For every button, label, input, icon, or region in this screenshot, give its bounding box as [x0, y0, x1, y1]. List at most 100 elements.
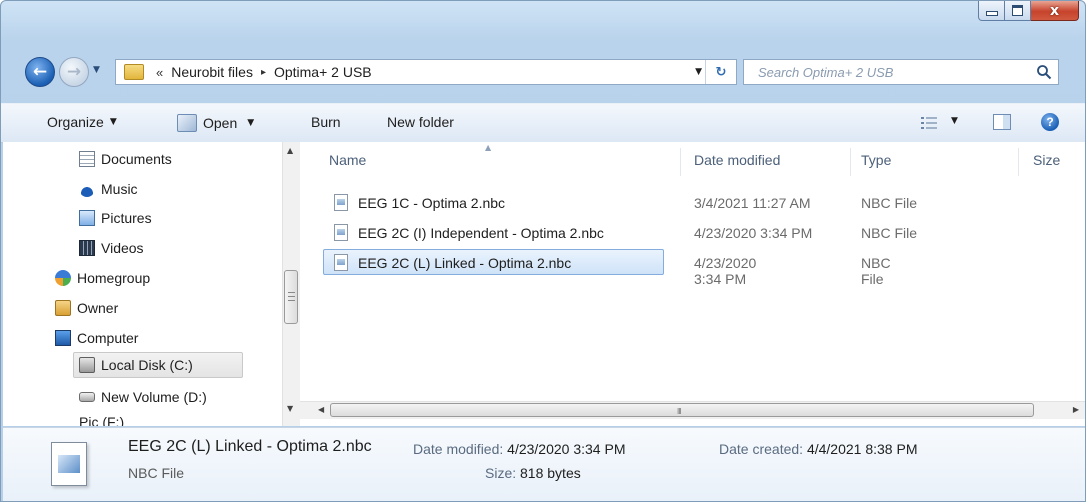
scroll-left-icon[interactable]: ◀ — [318, 405, 324, 414]
organize-label: Organize — [47, 114, 104, 130]
nav-item-homegroup[interactable]: Homegroup — [55, 265, 150, 291]
open-label: Open — [203, 115, 238, 131]
open-dropdown-icon: ▼ — [247, 118, 255, 128]
close-button[interactable]: x — [1031, 1, 1079, 21]
grip-icon — [288, 292, 295, 301]
date-created-field: Date created: 4/4/2021 8:38 PM — [719, 441, 917, 457]
column-header-size[interactable]: Size — [1033, 152, 1060, 168]
file-type: NBC File — [861, 195, 918, 211]
caption-buttons: x — [978, 1, 1079, 23]
homegroup-icon — [55, 270, 71, 286]
date-created-value: 4/4/2021 8:38 PM — [806, 441, 918, 457]
scroll-right-icon[interactable]: ▶ — [1073, 405, 1079, 414]
date-modified-field: Date modified: 4/23/2020 3:34 PM — [413, 441, 625, 457]
size-value: 818 bytes — [520, 465, 581, 481]
nav-item-label: Local Disk (C:) — [101, 357, 193, 373]
scroll-down-icon[interactable]: ▼ — [287, 404, 293, 413]
search-placeholder: Search Optima+ 2 USB — [758, 64, 894, 80]
refresh-button[interactable]: ↻ — [705, 60, 736, 84]
open-button[interactable]: Open ▼ — [177, 114, 254, 132]
search-icon[interactable] — [1036, 64, 1052, 80]
nav-item-documents[interactable]: Documents — [79, 146, 172, 172]
new-folder-button[interactable]: New folder — [387, 114, 454, 130]
nav-item-owner[interactable]: Owner — [55, 295, 118, 321]
column-header-type[interactable]: Type — [861, 152, 891, 168]
address-bar[interactable]: « Neurobit files ▸ Optima+ 2 USB ▼ ↻ — [115, 59, 737, 85]
file-name: EEG 2C (I) Independent - Optima 2.nbc — [358, 225, 604, 241]
file-list-horizontal-scrollbar[interactable]: ◀ III ▶ — [300, 401, 1085, 419]
command-bar: Organize ▼ Open ▼ Burn New folder ▼ ? — [1, 103, 1085, 143]
breadcrumb-optima-2-usb[interactable]: Optima+ 2 USB — [274, 64, 372, 80]
back-arrow-icon: ← — [32, 62, 48, 82]
column-divider[interactable] — [1018, 148, 1019, 176]
horizontal-scrollbar-thumb[interactable]: III — [330, 403, 1034, 417]
back-button[interactable]: ← — [25, 57, 55, 87]
nav-item-videos[interactable]: Videos — [79, 235, 144, 261]
views-dropdown-icon[interactable]: ▼ — [951, 116, 958, 126]
nav-item-new-volume[interactable]: New Volume (D:) — [79, 384, 207, 410]
details-file-name: EEG 2C (L) Linked - Optima 2.nbc — [128, 438, 372, 455]
date-modified-value: 4/23/2020 3:34 PM — [507, 441, 626, 457]
documents-icon — [79, 151, 95, 167]
file-type: NBC File — [861, 255, 891, 287]
help-icon[interactable]: ? — [1041, 113, 1059, 131]
column-divider[interactable] — [850, 148, 851, 176]
overflow-chevrons[interactable]: « — [156, 65, 163, 80]
nbc-file-icon — [334, 254, 348, 271]
file-row[interactable]: EEG 2C (I) Independent - Optima 2.nbc 4/… — [324, 220, 1074, 246]
file-type: NBC File — [861, 225, 918, 241]
nav-item-partial[interactable]: Pic (F:) — [79, 414, 124, 426]
organize-dropdown-icon: ▼ — [109, 117, 117, 127]
column-header-date-modified[interactable]: Date modified — [694, 152, 780, 168]
nav-item-local-disk[interactable]: Local Disk (C:) — [73, 352, 243, 378]
nav-item-music[interactable]: Music — [79, 176, 138, 202]
views-icon[interactable] — [921, 116, 937, 130]
address-dropdown-icon[interactable]: ▼ — [695, 67, 702, 77]
burn-button[interactable]: Burn — [311, 114, 341, 130]
file-date-modified: 4/23/2020 3:34 PM — [694, 225, 813, 241]
search-box[interactable]: Search Optima+ 2 USB — [743, 59, 1059, 85]
column-divider[interactable] — [680, 148, 681, 176]
grip-icon: III — [677, 407, 682, 416]
videos-icon — [79, 240, 95, 256]
file-row-selected[interactable]: EEG 2C (L) Linked - Optima 2.nbc — [323, 249, 664, 275]
nav-item-label: Computer — [77, 330, 139, 346]
nav-item-label: Homegroup — [77, 270, 151, 286]
column-header-name[interactable]: Name — [329, 152, 366, 168]
nav-item-label: Music — [101, 181, 138, 197]
organize-button[interactable]: Organize ▼ — [47, 114, 117, 130]
forward-button[interactable]: → — [59, 57, 89, 87]
folder-icon — [124, 64, 144, 80]
scrollbar-thumb[interactable] — [284, 270, 298, 324]
nav-item-label: Documents — [101, 151, 172, 167]
preview-pane-icon[interactable] — [993, 114, 1011, 130]
details-file-type: NBC File — [128, 465, 185, 481]
breadcrumb-separator-icon[interactable]: ▸ — [261, 67, 266, 78]
nav-item-pictures[interactable]: Pictures — [79, 205, 152, 231]
navigation-scrollbar[interactable]: ▲ ▼ — [282, 142, 300, 426]
date-modified-label: Date modified: — [413, 441, 504, 457]
navigation-pane: Documents Music Pictures Videos Homegrou… — [3, 142, 300, 426]
breadcrumb-neurobit-files[interactable]: Neurobit files — [171, 64, 253, 80]
nav-item-label: Owner — [77, 300, 119, 316]
title-bar: x — [1, 1, 1085, 45]
date-created-label: Date created: — [719, 441, 804, 457]
nbc-file-icon — [334, 194, 348, 211]
recent-pages-dropdown-icon[interactable]: ▼ — [93, 65, 100, 75]
local-disk-icon — [79, 357, 95, 373]
scroll-up-icon[interactable]: ▲ — [287, 146, 293, 155]
maximize-button[interactable] — [1005, 1, 1031, 21]
file-date-modified: 3/4/2021 11:27 AM — [694, 195, 811, 211]
burn-label: Burn — [311, 114, 341, 130]
owner-icon — [55, 300, 71, 316]
open-icon — [177, 114, 197, 132]
file-name: EEG 1C - Optima 2.nbc — [358, 195, 506, 211]
nav-item-label: Videos — [101, 240, 144, 256]
volume-icon — [79, 392, 95, 402]
file-list: ▲ Name Date modified Type Size EEG 1C - … — [300, 142, 1085, 426]
minimize-button[interactable] — [978, 1, 1005, 21]
sort-ascending-icon: ▲ — [485, 143, 492, 152]
file-row[interactable]: EEG 1C - Optima 2.nbc 3/4/2021 11:27 AM … — [324, 190, 1074, 216]
maximize-icon — [1012, 5, 1023, 16]
nav-item-computer[interactable]: Computer — [55, 325, 138, 351]
